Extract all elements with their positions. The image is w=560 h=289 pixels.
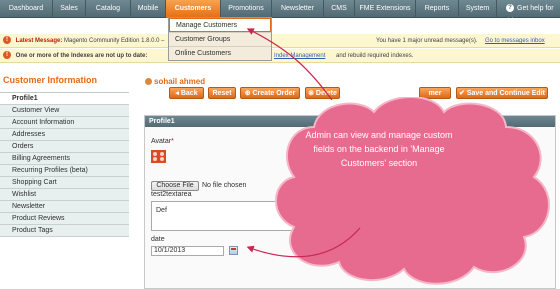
latest-message-label: Latest Message: xyxy=(15,38,63,44)
sidebar-item-account-information[interactable]: Account Information xyxy=(0,117,129,129)
nav-fme-extensions[interactable]: FME Extensions xyxy=(355,0,416,18)
sidebar-item-billing-agreements[interactable]: Billing Agreements xyxy=(0,153,129,165)
menu-customer-groups[interactable]: Customer Groups xyxy=(169,32,271,46)
no-file-text: No file chosen xyxy=(202,182,247,189)
choose-file-button[interactable]: Choose File xyxy=(151,181,199,191)
nav-customers[interactable]: Customers xyxy=(166,0,221,18)
index-message-bar: ! One or more of the Indexes are not up … xyxy=(0,49,560,63)
latest-message-text: Magento Community Edition 1.8.0.0 – xyxy=(64,38,165,44)
nav-reports[interactable]: Reports xyxy=(416,0,459,18)
callout-text: Admin can view and manage custom fields … xyxy=(305,130,453,168)
alert-icon: ! xyxy=(3,36,11,45)
nav-mobile[interactable]: Mobile xyxy=(131,0,166,18)
date-label: date xyxy=(151,236,165,243)
nav-cms[interactable]: CMS xyxy=(324,0,355,18)
sidebar-item-product-reviews[interactable]: Product Reviews xyxy=(0,213,129,225)
calendar-icon[interactable] xyxy=(229,246,238,255)
textarea-label: test2textarea xyxy=(151,191,192,198)
date-field[interactable]: 10/1/2013 xyxy=(151,246,224,256)
menu-manage-customers[interactable]: Manage Customers xyxy=(169,18,271,32)
menu-online-customers[interactable]: Online Customers xyxy=(169,46,271,60)
nav-system[interactable]: System xyxy=(459,0,497,18)
index-message-text: One or more of the Indexes are not up to… xyxy=(15,53,148,59)
alert-icon: ! xyxy=(3,51,11,60)
sidebar-item-addresses[interactable]: Addresses xyxy=(0,129,129,141)
avatar-image xyxy=(151,150,166,163)
sidebar-item-newsletter[interactable]: Newsletter xyxy=(0,201,129,213)
sidebar-item-orders[interactable]: Orders xyxy=(0,141,129,153)
nav-dashboard[interactable]: Dashboard xyxy=(0,0,53,18)
nav-sales[interactable]: Sales xyxy=(53,0,86,18)
index-message-tail: and rebuild required indexes. xyxy=(336,53,414,59)
sidebar-item-recurring-profiles[interactable]: Recurring Profiles (beta) xyxy=(0,165,129,177)
customer-name: sohail ahmed xyxy=(145,77,205,86)
nav-promotions[interactable]: Promotions xyxy=(221,0,272,18)
messages-inbox-link[interactable]: Go to messages inbox xyxy=(485,34,545,48)
sidebar-item-customer-view[interactable]: Customer View xyxy=(0,105,129,117)
unread-text: You have 1 major unread message(s). xyxy=(376,38,478,44)
back-button[interactable]: ◂ Back xyxy=(169,87,204,99)
nav-catalog[interactable]: Catalog xyxy=(86,0,131,18)
sidebar: Profile1 Customer View Account Informati… xyxy=(0,92,129,237)
latest-message-bar: ! Latest Message: Magento Community Edit… xyxy=(0,34,560,48)
callout-cloud xyxy=(275,97,550,285)
sidebar-title: Customer Information xyxy=(3,75,98,85)
user-icon xyxy=(145,78,152,86)
customers-dropdown: Manage Customers Customer Groups Online … xyxy=(168,17,272,61)
index-management-link[interactable]: Index Management xyxy=(274,49,325,63)
sidebar-item-shopping-cart[interactable]: Shopping Cart xyxy=(0,177,129,189)
top-nav: Dashboard Sales Catalog Mobile Customers… xyxy=(0,0,560,25)
sidebar-item-profile1[interactable]: Profile1 xyxy=(0,93,129,105)
sidebar-item-wishlist[interactable]: Wishlist xyxy=(0,189,129,201)
reset-button[interactable]: Reset xyxy=(208,87,236,99)
help-link[interactable]: ? Get help for this page xyxy=(506,2,558,28)
nav-newsletter[interactable]: Newsletter xyxy=(272,0,324,18)
avatar-label: Avatar* xyxy=(151,138,174,145)
help-icon: ? xyxy=(506,4,514,13)
sidebar-item-product-tags[interactable]: Product Tags xyxy=(0,225,129,237)
